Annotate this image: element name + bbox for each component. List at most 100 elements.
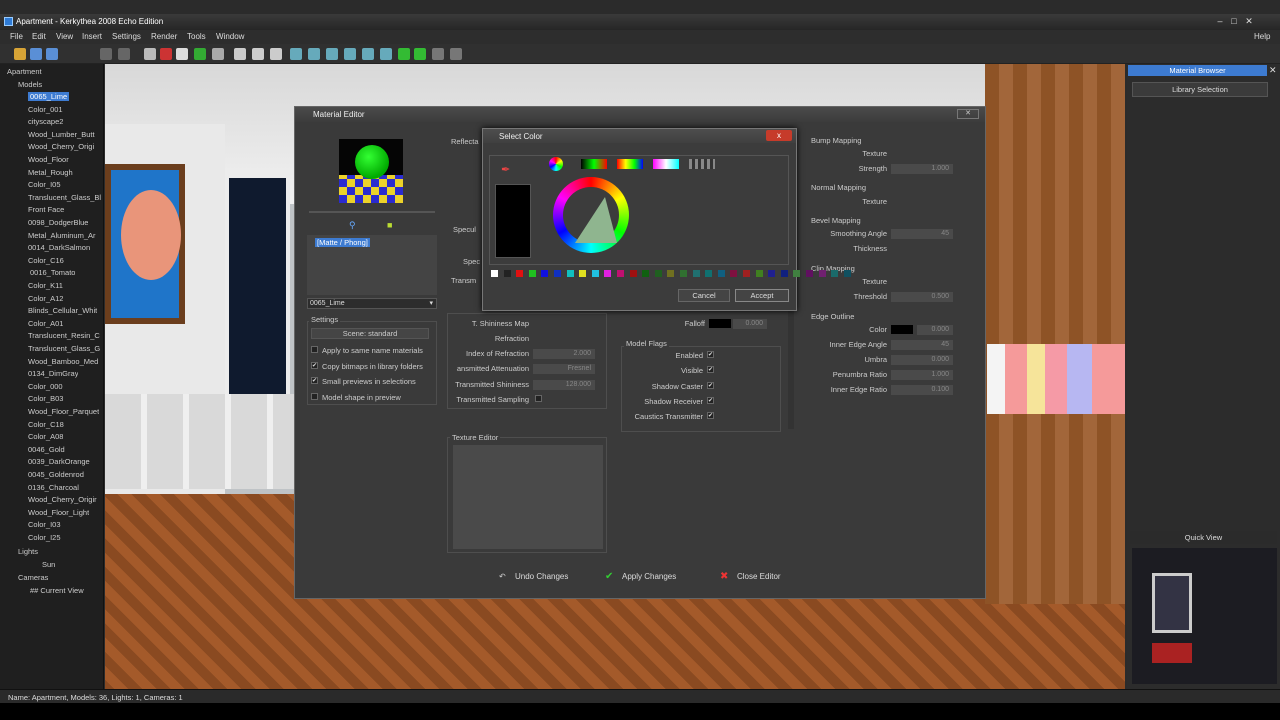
tree-cameras[interactable]: Cameras: [18, 573, 48, 582]
save-icon[interactable]: [30, 48, 42, 60]
tree-model-item[interactable]: 0016_Tomato: [30, 268, 75, 277]
lock-icon[interactable]: ■: [387, 220, 392, 230]
texture-editor-area[interactable]: [453, 445, 603, 549]
saturation-triangle[interactable]: [575, 197, 617, 243]
accept-button[interactable]: Accept: [735, 289, 789, 302]
tree-models[interactable]: Models: [18, 80, 42, 89]
palette-tab-icon[interactable]: [689, 159, 715, 169]
transmitted-sampling-checkbox[interactable]: [535, 395, 542, 402]
falloff-value[interactable]: 0.000: [733, 319, 767, 329]
light-icon[interactable]: [270, 48, 282, 60]
scene-standard-button[interactable]: Scene: standard: [311, 328, 429, 339]
tree-model-item[interactable]: Translucent_Resin_C: [28, 331, 100, 340]
library-selection-button[interactable]: Library Selection: [1132, 82, 1268, 97]
preview-slider[interactable]: [309, 211, 435, 213]
edge-color-value[interactable]: 0.000: [917, 325, 953, 335]
tree-model-item[interactable]: Front Face: [28, 205, 64, 214]
select-icon[interactable]: [144, 48, 156, 60]
penumbra-ratio-value[interactable]: 1.000: [891, 370, 953, 380]
color-swatch[interactable]: [629, 270, 637, 277]
rotate-icon[interactable]: [194, 48, 206, 60]
color-swatch[interactable]: [768, 270, 776, 277]
tree-model-item[interactable]: Translucent_Glass_Bl: [28, 193, 101, 202]
color-wheel-tab-icon[interactable]: [549, 157, 563, 171]
tree-model-item[interactable]: Color_001: [28, 105, 63, 114]
color-swatch[interactable]: [680, 270, 687, 277]
settings-icon[interactable]: [450, 48, 462, 60]
sphere-icon[interactable]: [432, 48, 444, 60]
index-of-refraction-value[interactable]: 2.000: [533, 349, 595, 359]
color-swatch[interactable]: [503, 270, 511, 277]
color-swatch[interactable]: [541, 270, 549, 277]
threshold-value[interactable]: 0.500: [891, 292, 953, 302]
color-swatch[interactable]: [554, 270, 561, 277]
close-editor-button[interactable]: Close Editor: [737, 572, 781, 581]
material-editor-close-icon[interactable]: ✕: [957, 109, 979, 119]
tree-model-item[interactable]: Wood_Lumber_Butt: [28, 130, 95, 139]
color-swatch[interactable]: [717, 270, 725, 277]
option-checkbox[interactable]: [311, 392, 318, 400]
zoom-in-icon[interactable]: ⚲: [349, 220, 356, 231]
view-top-icon[interactable]: [308, 48, 320, 60]
tree-root[interactable]: Apartment: [7, 67, 42, 76]
material-type-item[interactable]: [Matte / Phong]: [315, 238, 370, 247]
scrollbar[interactable]: [788, 303, 794, 429]
tree-model-item[interactable]: Color_A12: [28, 294, 63, 303]
color-swatch[interactable]: [831, 270, 839, 277]
tree-model-item[interactable]: 0046_Gold: [28, 445, 65, 454]
tree-light-sun[interactable]: Sun: [42, 560, 55, 569]
eyedropper-icon[interactable]: ✒: [501, 163, 510, 176]
menu-help[interactable]: Help: [1254, 32, 1270, 41]
tree-model-item[interactable]: Wood_Cherry_Origir: [28, 495, 97, 504]
falloff-color[interactable]: [709, 319, 731, 328]
umbra-value[interactable]: 0.000: [891, 355, 953, 365]
render-icon[interactable]: [160, 48, 172, 60]
snap-icon[interactable]: [414, 48, 426, 60]
hsv-sliders-tab-icon[interactable]: [617, 159, 643, 169]
rgb-sliders-tab-icon[interactable]: [581, 159, 607, 169]
cmyk-sliders-tab-icon[interactable]: [653, 159, 679, 169]
open-icon[interactable]: [14, 48, 26, 60]
tree-model-item[interactable]: Wood_Floor_Light: [28, 508, 89, 517]
cut-icon[interactable]: [100, 48, 112, 60]
color-swatch[interactable]: [780, 270, 788, 277]
color-swatch[interactable]: [843, 270, 851, 277]
color-swatch[interactable]: [516, 270, 524, 277]
color-swatch[interactable]: [528, 270, 536, 277]
undo-changes-button[interactable]: Undo Changes: [515, 572, 568, 581]
color-swatch[interactable]: [743, 270, 750, 277]
view-bottom-icon[interactable]: [362, 48, 374, 60]
home-icon[interactable]: [234, 48, 246, 60]
tree-lights[interactable]: Lights: [18, 547, 38, 556]
menu-tools[interactable]: Tools: [187, 32, 206, 41]
transmitted-shininess-value[interactable]: 128.000: [533, 380, 595, 390]
tree-model-item[interactable]: 0134_DimGray: [28, 369, 78, 378]
tree-model-item[interactable]: Metal_Rough: [28, 168, 73, 177]
color-swatch[interactable]: [604, 270, 612, 277]
menu-render[interactable]: Render: [151, 32, 177, 41]
view-front-icon[interactable]: [290, 48, 302, 60]
close-icon[interactable]: ✕: [1243, 16, 1255, 27]
view-persp-icon[interactable]: [380, 48, 392, 60]
tree-model-item[interactable]: Wood_Floor: [28, 155, 69, 164]
tree-model-item[interactable]: Color_B03: [28, 394, 63, 403]
tree-model-item[interactable]: 0014_DarkSalmon: [28, 243, 90, 252]
color-wheel[interactable]: [553, 177, 629, 253]
cancel-button[interactable]: Cancel: [678, 289, 730, 302]
option-checkbox[interactable]: ✔: [311, 361, 318, 369]
color-swatch[interactable]: [491, 270, 498, 277]
model-flag-checkbox[interactable]: ✔: [707, 412, 714, 420]
tree-model-item[interactable]: Translucent_Glass_G: [28, 344, 100, 353]
tree-model-item[interactable]: Wood_Bamboo_Med: [28, 357, 98, 366]
copy-icon[interactable]: [118, 48, 130, 60]
color-swatch[interactable]: [793, 270, 801, 277]
menu-settings[interactable]: Settings: [112, 32, 141, 41]
tree-model-item[interactable]: 0039_DarkOrange: [28, 457, 90, 466]
color-swatch[interactable]: [667, 270, 675, 277]
smoothing-angle-value[interactable]: 45: [891, 229, 953, 239]
maximize-icon[interactable]: □: [1228, 16, 1240, 27]
tree-model-item[interactable]: Wood_Floor_Parquet: [28, 407, 99, 416]
tree-model-item[interactable]: Color_000: [28, 382, 63, 391]
tree-model-item[interactable]: 0065_Lime: [28, 92, 70, 101]
tree-model-item[interactable]: Color_A08: [28, 432, 63, 441]
